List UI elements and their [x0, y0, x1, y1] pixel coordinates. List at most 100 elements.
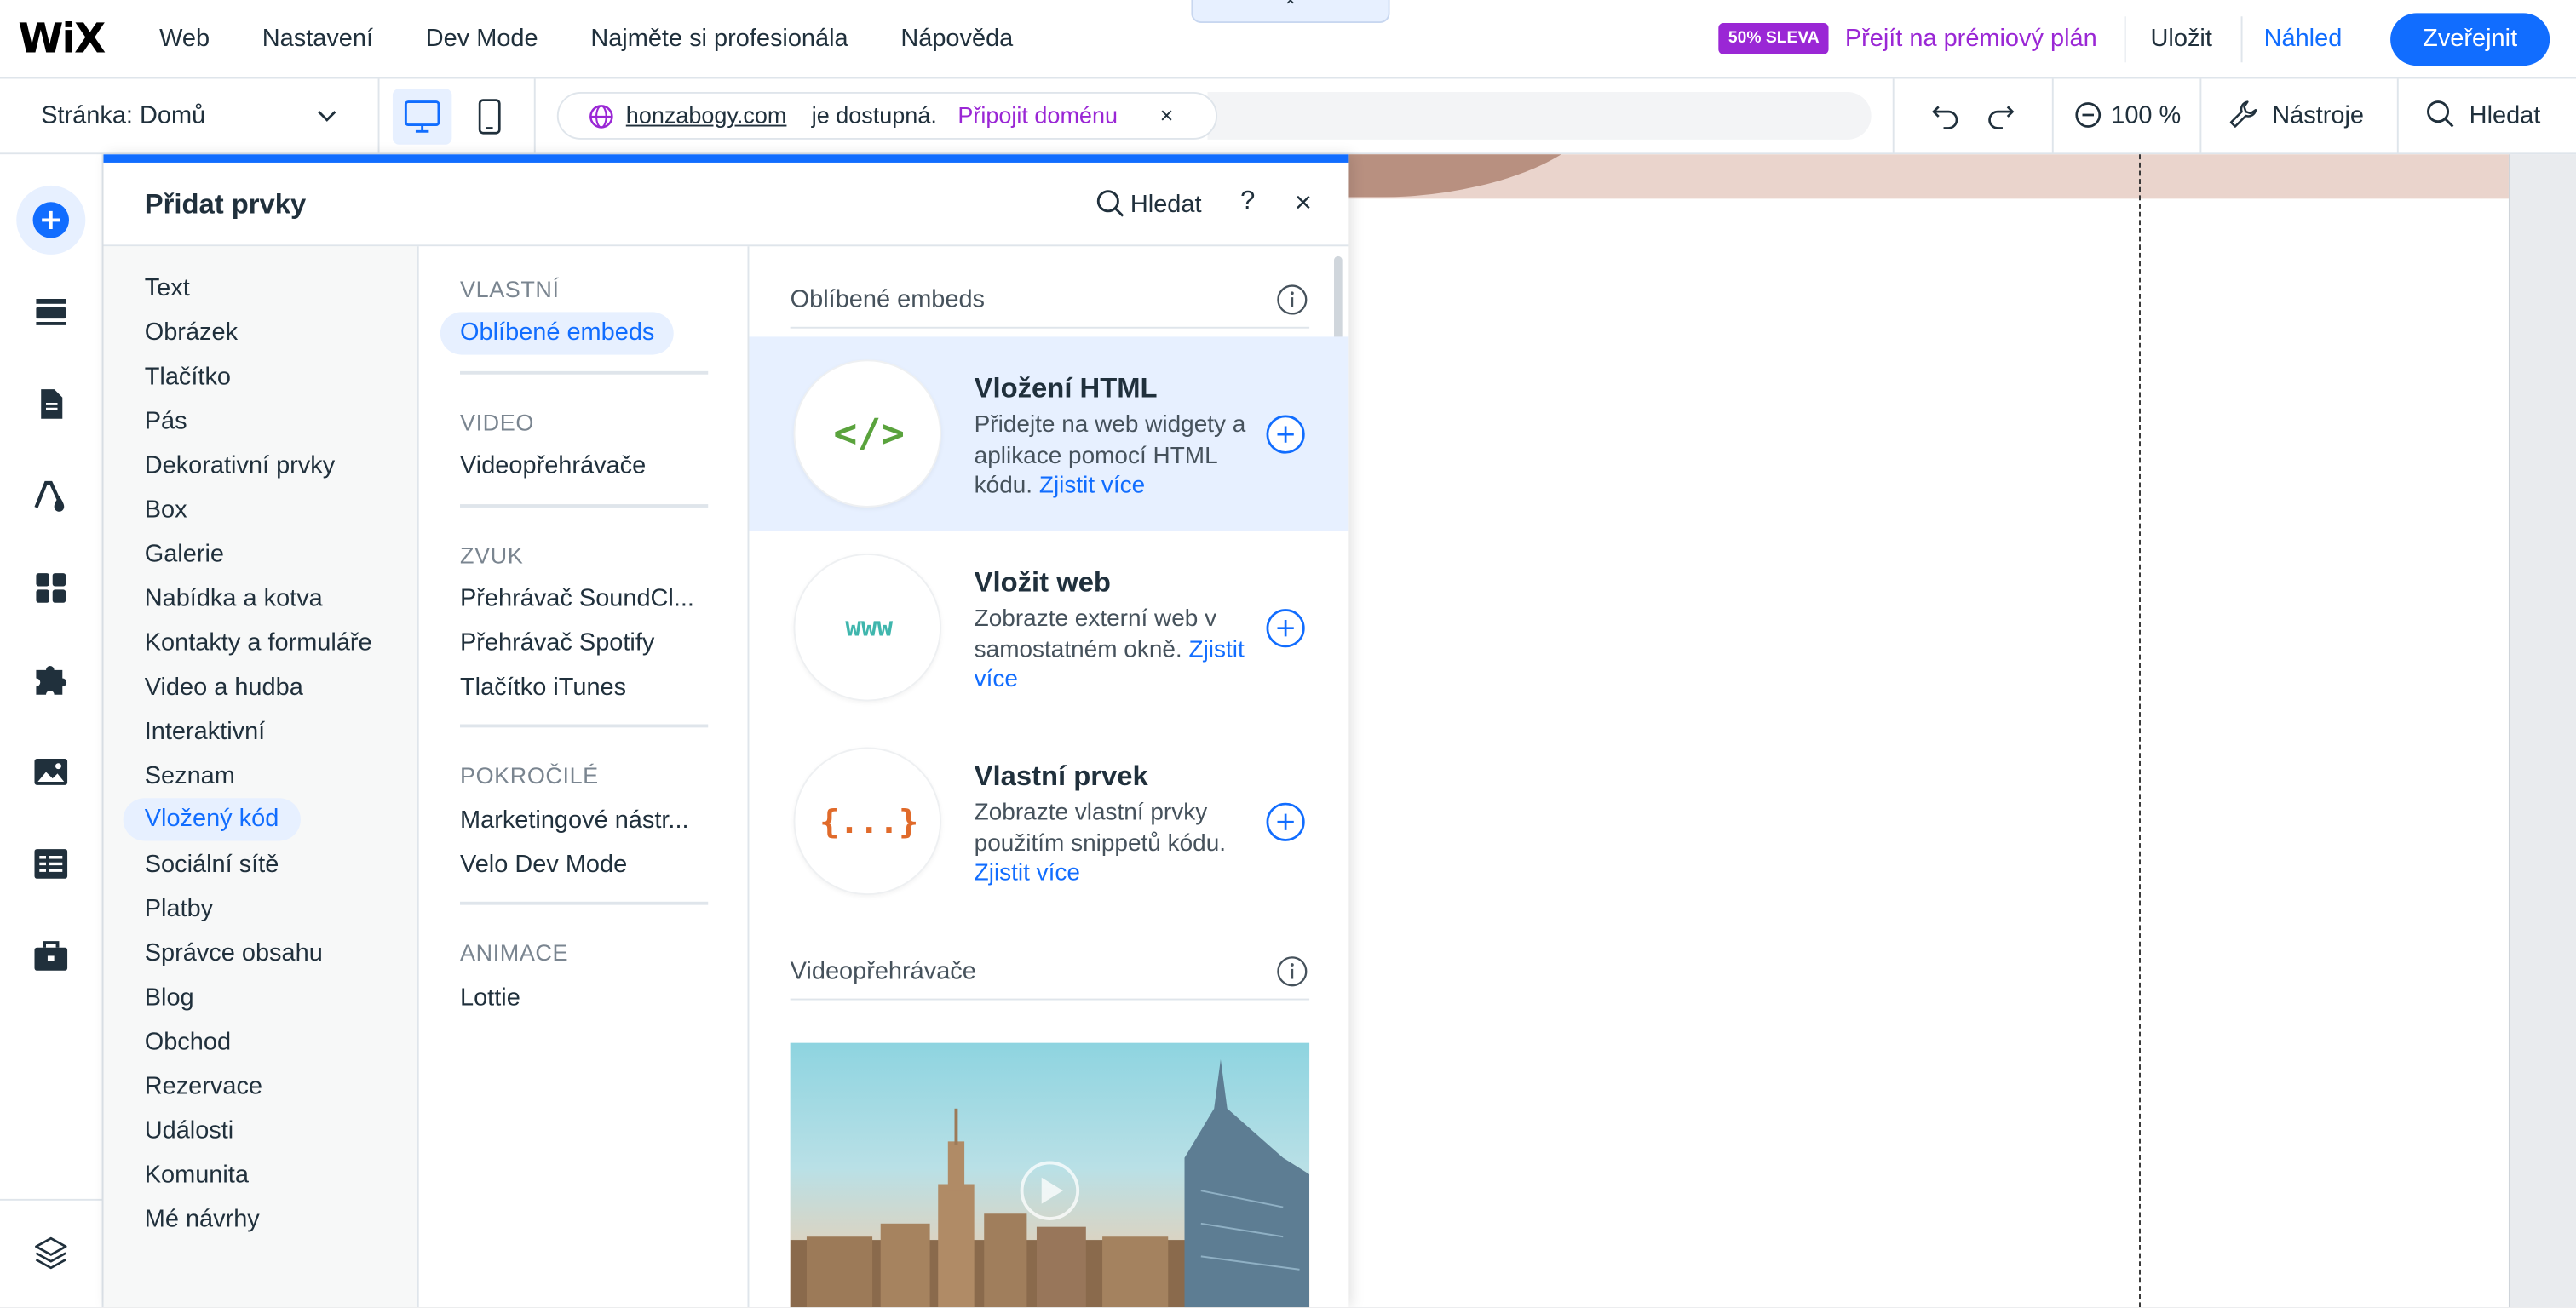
learn-more-link[interactable]: Zjistit více [1039, 473, 1145, 499]
publish-button[interactable]: Zveřejnit [2390, 13, 2550, 66]
search-button[interactable]: Hledat [2470, 102, 2541, 130]
category-video-music[interactable]: Video a hudba [145, 674, 303, 702]
nav-dev-mode[interactable]: Dev Mode [426, 25, 538, 53]
nav-help[interactable]: Nápověda [900, 25, 1013, 53]
pages-button[interactable] [16, 370, 85, 439]
add-elements-button[interactable] [16, 185, 86, 255]
element-card-custom-element[interactable]: {...} Vlastní prvek Zobrazte vlastní prv… [749, 725, 1348, 919]
category-image[interactable]: Obrázek [145, 318, 238, 347]
subcategory-itunes[interactable]: Tlačítko iTunes [460, 674, 706, 702]
category-interactive[interactable]: Interaktivní [145, 718, 266, 746]
category-payments[interactable]: Platby [145, 895, 213, 923]
subcategory-soundcloud[interactable]: Přehrávač SoundCl... [460, 585, 706, 613]
close-icon[interactable]: × [1160, 102, 1174, 129]
undo-icon[interactable] [1930, 100, 1960, 130]
mobile-view-button[interactable] [472, 89, 508, 145]
nav-hire-professional[interactable]: Najměte si profesionála [590, 25, 848, 53]
preview-button[interactable]: Náhled [2264, 25, 2343, 53]
info-icon[interactable] [1277, 955, 1308, 987]
business-apps-button[interactable] [16, 645, 85, 714]
portfolio-button[interactable] [16, 921, 85, 990]
learn-more-link[interactable]: Zjistit více [975, 861, 1080, 887]
wix-logo[interactable]: WiX [18, 14, 106, 62]
design-button[interactable] [16, 462, 85, 531]
category-bookings[interactable]: Rezervace [145, 1072, 262, 1100]
nav-web[interactable]: Web [159, 25, 210, 53]
help-icon[interactable]: ? [1240, 187, 1255, 217]
category-contact-forms[interactable]: Kontakty a formuláře [145, 629, 372, 657]
layout-guide [2139, 154, 2141, 1308]
add-icon[interactable] [1265, 414, 1306, 455]
domain-name[interactable]: honzabogy.com [626, 102, 787, 129]
category-community[interactable]: Komunita [145, 1162, 249, 1190]
elements-list: Oblíbené embeds </> Vložení HTML Přidejt… [749, 246, 1349, 1308]
close-icon[interactable]: × [1295, 186, 1312, 221]
nav-settings[interactable]: Nastavení [262, 25, 373, 53]
promo-badge: 50% SLEVA [1718, 23, 1830, 54]
panel-search-button[interactable]: Hledat [1130, 191, 1202, 219]
media-icon [34, 759, 68, 785]
add-icon[interactable] [1265, 801, 1306, 842]
subcategory-video-players[interactable]: Videopřehrávače [460, 451, 706, 479]
top-bar: WiX Web Nastavení Dev Mode Najměte si pr… [0, 0, 2576, 79]
divider [460, 370, 709, 375]
category-store[interactable]: Obchod [145, 1028, 231, 1056]
category-text[interactable]: Text [145, 274, 190, 302]
category-social[interactable]: Sociální sítě [145, 851, 279, 879]
apps-button[interactable] [16, 554, 85, 622]
header-section[interactable] [1348, 154, 2509, 199]
divider [790, 326, 1310, 329]
redo-icon[interactable] [1987, 100, 2016, 130]
card-description: Přidejte na web widgety a aplikace pomoc… [975, 410, 1254, 502]
info-icon[interactable] [1277, 284, 1308, 316]
element-card-html-embed[interactable]: </> Vložení HTML Přidejte na web widgety… [749, 336, 1349, 531]
category-strip[interactable]: Pás [145, 407, 187, 435]
collapse-toolbar-button[interactable]: ⌃ [1191, 0, 1390, 24]
upgrade-premium-link[interactable]: Přejít na prémiový plán [1845, 25, 2097, 53]
category-list: Text Obrázek Tlačítko Pás Dekorativní pr… [103, 246, 419, 1308]
category-list-item[interactable]: Seznam [145, 762, 235, 790]
zoom-level[interactable]: 100 % [2111, 102, 2181, 130]
category-button[interactable]: Tlačítko [145, 363, 231, 391]
category-menu-anchor[interactable]: Nabídka a kotva [145, 585, 323, 613]
page-canvas[interactable] [1348, 154, 2509, 1308]
category-my-designs[interactable]: Mé návrhy [145, 1206, 260, 1234]
category-box[interactable]: Box [145, 496, 187, 524]
subgroup-heading: ZVUK [460, 542, 524, 569]
save-button[interactable]: Uložit [2151, 25, 2212, 53]
category-cms[interactable]: Správce obsahu [145, 939, 323, 967]
video-player-thumbnail[interactable] [790, 1042, 1310, 1308]
top-nav: Web Nastavení Dev Mode Najměte si profes… [159, 25, 1066, 53]
subcategory-marketing-tools[interactable]: Marketingové nástr... [460, 806, 706, 835]
subcategory-favorite-embeds[interactable]: Oblíbené embeds [440, 312, 675, 355]
layers-button[interactable] [16, 1219, 85, 1288]
category-decorative[interactable]: Dekorativní prvky [145, 451, 335, 479]
zoom-out-icon[interactable] [2073, 100, 2103, 130]
connect-domain-link[interactable]: Připojit doménu [957, 102, 1118, 129]
element-card-embed-site[interactable]: www Vložit web Zobrazte externí web v sa… [749, 531, 1348, 725]
divider [377, 78, 380, 155]
search-icon[interactable] [1095, 189, 1125, 219]
chevron-down-icon[interactable] [315, 104, 338, 127]
sections-button[interactable] [16, 278, 85, 347]
divider [460, 504, 709, 508]
portfolio-icon [34, 941, 68, 971]
category-blog[interactable]: Blog [145, 984, 194, 1012]
add-icon[interactable] [1265, 608, 1306, 649]
editor-canvas[interactable] [1348, 154, 2576, 1308]
desktop-view-button[interactable] [392, 89, 452, 145]
media-button[interactable] [16, 737, 85, 806]
page-selector[interactable]: Stránka: Domů [41, 102, 205, 130]
category-events[interactable]: Události [145, 1116, 234, 1144]
search-icon[interactable] [2425, 99, 2457, 130]
cms-button[interactable] [16, 829, 85, 898]
left-rail [0, 154, 104, 1308]
category-gallery[interactable]: Galerie [145, 541, 224, 569]
subcategory-velo-dev-mode[interactable]: Velo Dev Mode [460, 851, 706, 879]
cms-icon [34, 849, 68, 879]
subcategory-lottie[interactable]: Lottie [460, 984, 706, 1012]
wrench-icon[interactable] [2228, 99, 2259, 130]
subcategory-spotify[interactable]: Přehrávač Spotify [460, 629, 706, 657]
tools-button[interactable]: Nástroje [2272, 102, 2364, 130]
category-embed-code[interactable]: Vložený kód [123, 798, 301, 841]
